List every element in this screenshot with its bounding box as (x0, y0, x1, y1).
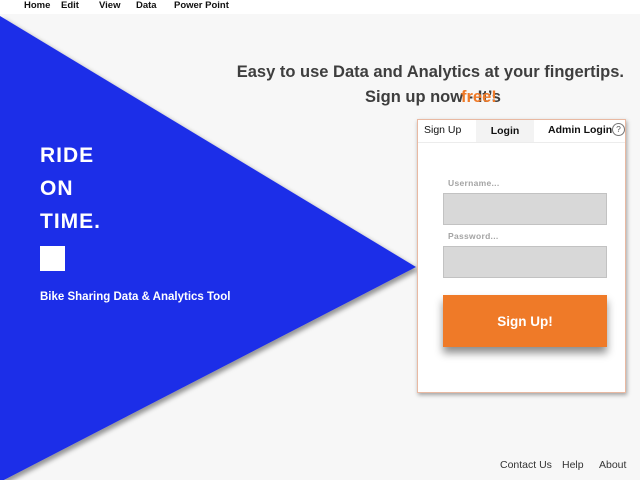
brand-line-ride: RIDE (40, 144, 95, 167)
headline-line-1: Easy to use Data and Analytics at your f… (236, 63, 624, 81)
password-label: Password... (448, 231, 499, 241)
menu-power-point[interactable]: Power Point (174, 0, 229, 12)
sign-up-button[interactable]: Sign Up! (443, 295, 607, 347)
auth-tab-bar: Sign Up Login Admin Login ? (418, 120, 625, 143)
footer-contact-us-link[interactable]: Contact Us (500, 459, 552, 471)
menu-data[interactable]: Data (136, 0, 157, 12)
footer-about-link[interactable]: About (599, 459, 626, 471)
username-label: Username... (448, 178, 500, 188)
brand-tagline: Bike Sharing Data & Analytics Tool (40, 291, 231, 303)
headline-free-highlight: free! (461, 88, 497, 106)
password-input[interactable] (443, 246, 607, 278)
username-input[interactable] (443, 193, 607, 225)
menu-view[interactable]: View (99, 0, 120, 12)
footer-help-link[interactable]: Help (562, 459, 584, 471)
brand-square-logo (40, 246, 65, 271)
auth-card: Sign Up Login Admin Login ? Username... … (417, 119, 626, 393)
menu-bar: Home Edit View Data Power Point (0, 0, 640, 14)
tab-admin-login[interactable]: Admin Login (548, 124, 612, 136)
tab-sign-up[interactable]: Sign Up (424, 124, 461, 136)
menu-edit[interactable]: Edit (61, 0, 79, 12)
tab-login[interactable]: Login (476, 120, 534, 142)
brand-line-on: ON (40, 177, 74, 200)
menu-home[interactable]: Home (24, 0, 50, 12)
question-circle-icon[interactable]: ? (612, 123, 625, 136)
brand-line-time: TIME. (40, 210, 101, 233)
